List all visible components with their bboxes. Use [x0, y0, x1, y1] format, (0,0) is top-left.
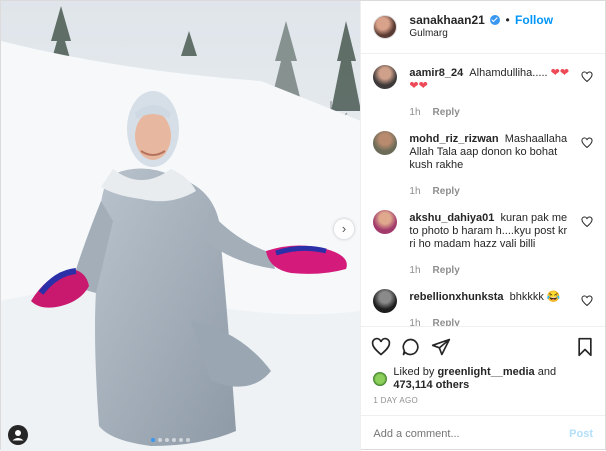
share-icon[interactable]: [431, 337, 451, 357]
likes-prefix: Liked by: [393, 366, 435, 378]
reply-button[interactable]: Reply: [433, 265, 460, 276]
comment-text: bhkkkk: [509, 291, 547, 303]
comment-username[interactable]: akshu_dahiya01: [409, 212, 497, 224]
heart-icon[interactable]: [581, 295, 593, 307]
heart-icon[interactable]: [581, 216, 593, 228]
comment-icon[interactable]: [401, 337, 421, 357]
likes-count-link[interactable]: 473,114 others: [393, 379, 469, 391]
comment-username[interactable]: aamir8_24: [409, 67, 466, 79]
reply-button[interactable]: Reply: [433, 107, 460, 118]
comment-username[interactable]: mohd_riz_rizwan: [409, 133, 501, 145]
comment-time: 1h: [409, 265, 421, 276]
follow-button[interactable]: Follow: [515, 13, 553, 27]
separator: •: [505, 13, 510, 27]
post-timestamp[interactable]: 1 DAY AGO: [361, 392, 605, 415]
carousel-indicator: [151, 438, 190, 442]
likes-summary: Liked by greenlight__media and 473,114 o…: [361, 366, 605, 392]
avatar[interactable]: [373, 210, 398, 234]
carousel-dot: [172, 438, 176, 442]
avatar[interactable]: [373, 372, 388, 386]
reply-button[interactable]: Reply: [433, 318, 460, 326]
post-photo[interactable]: ›: [1, 1, 361, 451]
tagged-people-button[interactable]: [8, 425, 28, 445]
heart-icon[interactable]: [371, 337, 391, 357]
bookmark-icon[interactable]: [576, 337, 594, 357]
avatar[interactable]: [373, 65, 398, 89]
post-comment-button[interactable]: Post: [569, 428, 593, 440]
comment-item: akshu_dahiya01 kuran pak me to photo b h…: [373, 199, 605, 278]
avatar[interactable]: [373, 15, 398, 39]
avatar[interactable]: [373, 289, 398, 313]
next-slide-button[interactable]: ›: [334, 219, 354, 239]
action-bar: [361, 326, 605, 366]
carousel-dot: [186, 438, 190, 442]
comment-input[interactable]: [373, 427, 554, 440]
comment-emoji: 😂: [546, 291, 561, 303]
heart-icon[interactable]: [581, 137, 593, 149]
heart-icon[interactable]: [581, 71, 593, 83]
likes-conj: and: [537, 366, 557, 378]
avatar[interactable]: [373, 131, 398, 155]
comments-list[interactable]: aamir8_24 Alhamdulliha..... ❤❤❤❤ 1h Reply…: [361, 54, 605, 326]
author-username[interactable]: sanakhaan21: [409, 13, 484, 27]
reply-button[interactable]: Reply: [433, 186, 460, 197]
carousel-dot: [165, 438, 169, 442]
snow-scene-image: [1, 1, 361, 451]
carousel-dot: [179, 438, 183, 442]
instagram-post: › sanakhaan21 • Follow Gulmarg aamir8_24…: [0, 0, 606, 451]
liker-username[interactable]: greenlight__media: [437, 366, 534, 378]
comment-text: Alhamdulliha.....: [469, 67, 551, 79]
comment-time: 1h: [409, 318, 421, 326]
carousel-dot: [151, 438, 155, 442]
location-link[interactable]: Gulmarg: [409, 27, 553, 41]
comment-time: 1h: [409, 186, 421, 197]
comment-username[interactable]: rebellionxhunksta: [409, 291, 506, 303]
carousel-dot: [158, 438, 162, 442]
verified-badge-icon: [490, 15, 501, 25]
person-tag-icon: [12, 430, 24, 441]
post-header: sanakhaan21 • Follow Gulmarg: [361, 1, 605, 54]
comment-item: aamir8_24 Alhamdulliha..... ❤❤❤❤ 1h Reply: [373, 54, 605, 120]
add-comment-bar: Post: [361, 415, 605, 451]
comment-item: mohd_riz_rizwan Mashaallaha Allah Tala a…: [373, 120, 605, 199]
comment-time: 1h: [409, 107, 421, 118]
comment-item: rebellionxhunksta bhkkkk 😂 1h Reply: [373, 278, 605, 326]
post-side-panel: sanakhaan21 • Follow Gulmarg aamir8_24 A…: [360, 1, 605, 451]
chevron-right-icon: ›: [341, 221, 347, 236]
